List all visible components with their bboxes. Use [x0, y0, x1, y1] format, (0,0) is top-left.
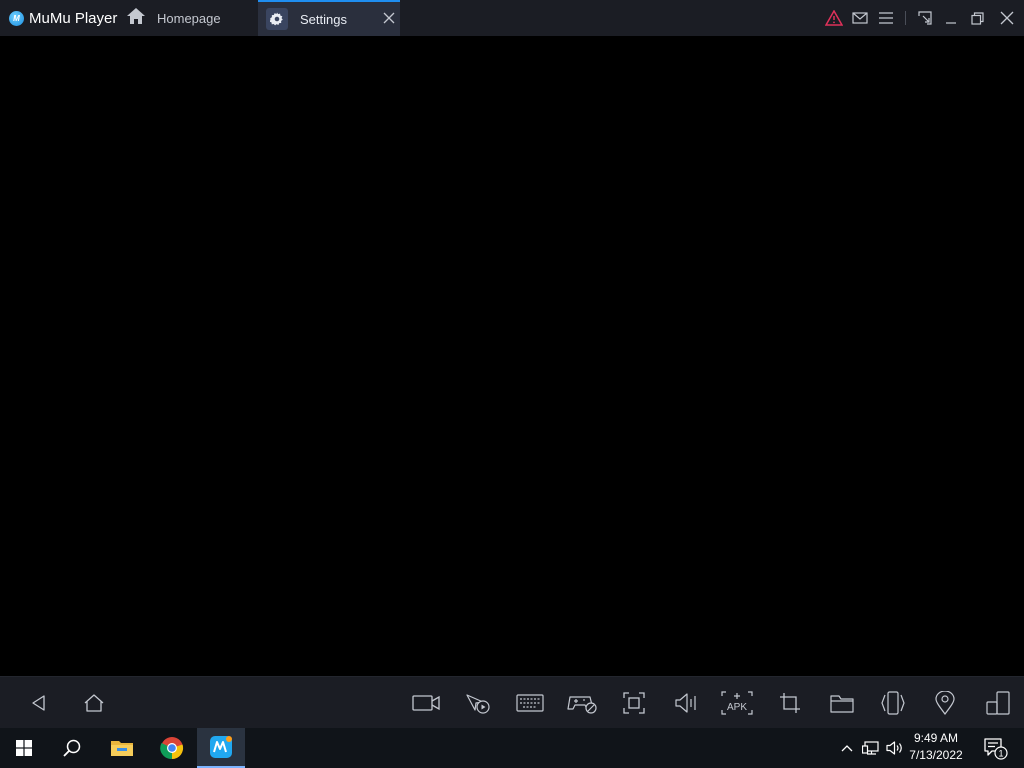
- gamepad-icon[interactable]: [567, 689, 597, 717]
- clock-time: 9:49 AM: [913, 731, 959, 745]
- speaker-icon[interactable]: [884, 728, 906, 768]
- menu-icon[interactable]: [873, 0, 899, 36]
- mumu-player-icon[interactable]: [197, 728, 245, 768]
- windows-start-icon[interactable]: [0, 728, 48, 768]
- close-tab-icon[interactable]: [382, 11, 396, 25]
- back-icon[interactable]: [24, 689, 54, 717]
- gear-icon: [266, 8, 288, 30]
- search-icon[interactable]: [48, 728, 96, 768]
- home-icon: [126, 7, 146, 30]
- tab-homepage-label: Homepage: [157, 10, 221, 26]
- clock-date: 7/13/2022: [909, 748, 963, 762]
- android-home-icon[interactable]: [79, 689, 109, 717]
- shared-folder-icon[interactable]: [827, 689, 857, 717]
- screenshot-crop-icon[interactable]: [775, 689, 805, 717]
- close-icon[interactable]: [990, 0, 1024, 36]
- network-icon[interactable]: [860, 728, 882, 768]
- app-brand: M MuMu Player: [0, 0, 122, 36]
- file-explorer-icon[interactable]: [98, 728, 146, 768]
- app-name: MuMu Player: [29, 9, 118, 27]
- system-clock[interactable]: 9:49 AM 7/13/2022: [904, 730, 968, 764]
- volume-icon[interactable]: [671, 689, 701, 717]
- windows-taskbar: 9:49 AM 7/13/2022 1: [0, 728, 1024, 768]
- tab-homepage[interactable]: Homepage: [122, 0, 258, 36]
- apk-label: APK: [727, 702, 747, 713]
- mumu-logo-icon: M: [9, 10, 24, 26]
- chrome-icon[interactable]: [148, 728, 196, 768]
- emulator-display[interactable]: [0, 36, 1024, 676]
- multi-instance-icon[interactable]: [983, 689, 1013, 717]
- location-icon[interactable]: [930, 689, 960, 717]
- record-video-icon[interactable]: [411, 689, 441, 717]
- restore-icon[interactable]: [964, 0, 990, 36]
- tab-settings-label: Settings: [300, 11, 347, 27]
- operation-record-icon[interactable]: [463, 689, 493, 717]
- minimize-icon[interactable]: [938, 0, 964, 36]
- keymap-icon[interactable]: [912, 0, 938, 36]
- keyboard-icon[interactable]: [515, 689, 545, 717]
- title-separator: [905, 11, 906, 25]
- emulator-toolbar: APK: [0, 676, 1024, 728]
- notifications-icon[interactable]: 1: [978, 728, 1012, 768]
- mail-icon[interactable]: [847, 0, 873, 36]
- fullscreen-icon[interactable]: [619, 689, 649, 717]
- tab-settings[interactable]: Settings: [258, 0, 400, 36]
- title-bar: M MuMu Player Homepage Settings: [0, 0, 1024, 36]
- shake-icon[interactable]: [878, 689, 908, 717]
- window-controls: [821, 0, 1024, 36]
- notification-count: 1: [998, 749, 1003, 759]
- install-apk-icon[interactable]: APK: [720, 689, 754, 717]
- warning-icon[interactable]: [821, 0, 847, 36]
- chevron-up-icon[interactable]: [837, 728, 857, 768]
